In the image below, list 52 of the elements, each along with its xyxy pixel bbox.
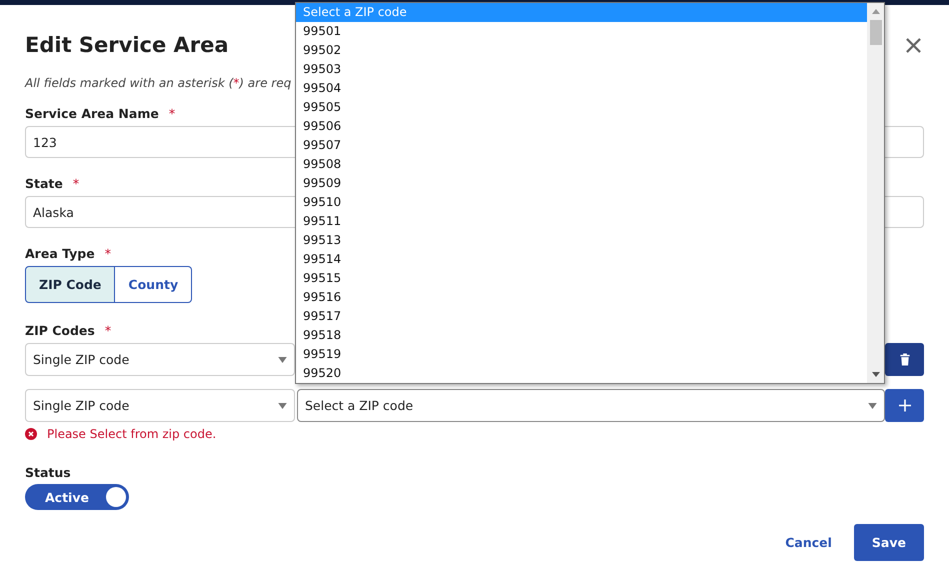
dropdown-option[interactable]: 99517 bbox=[296, 307, 867, 326]
dropdown-option[interactable]: 99511 bbox=[296, 212, 867, 231]
field-label: Service Area Name bbox=[25, 106, 159, 121]
required-fields-note: All fields marked with an asterisk (*) are req bbox=[25, 76, 292, 90]
field-label: State bbox=[25, 176, 63, 191]
dropdown-option[interactable]: 99519 bbox=[296, 345, 867, 364]
dropdown-option[interactable]: 99515 bbox=[296, 269, 867, 288]
dropdown-option[interactable]: 99514 bbox=[296, 250, 867, 269]
segment-button[interactable]: ZIP Code bbox=[25, 266, 116, 303]
dropdown[interactable]: Select a ZIP code bbox=[297, 389, 885, 422]
dropdown-option[interactable]: 99520 bbox=[296, 364, 867, 383]
segment-button[interactable]: County bbox=[115, 266, 192, 303]
dropdown-list[interactable]: Select a ZIP code 99501 99502 99503 99504 99505 99506 99507 99508 99509 99510 99511 99513 99514 99515 99516 99517 99518 99519 99520 bbox=[295, 2, 885, 384]
caret-icon bbox=[278, 356, 287, 362]
dropdown-option[interactable]: 99501 bbox=[296, 22, 867, 41]
field-label: ZIP Codes bbox=[25, 323, 95, 338]
scroll-down-arrow-icon[interactable] bbox=[872, 372, 880, 377]
scrollbar-thumb[interactable] bbox=[870, 20, 882, 45]
dropdown-option[interactable]: 99503 bbox=[296, 60, 867, 79]
dialog-title: Edit Service Area bbox=[25, 33, 229, 57]
plus-icon bbox=[898, 399, 910, 412]
error-icon bbox=[25, 428, 37, 440]
cancel-button[interactable]: Cancel bbox=[783, 524, 834, 561]
dropdown-option[interactable]: 99504 bbox=[296, 79, 867, 98]
caret-icon bbox=[278, 402, 287, 408]
save-button[interactable]: Save bbox=[854, 524, 924, 561]
scrollbar[interactable] bbox=[867, 3, 884, 383]
dropdown-option[interactable]: 99505 bbox=[296, 98, 867, 117]
required-mark: * bbox=[104, 323, 112, 338]
close-icon[interactable] bbox=[906, 38, 921, 52]
delete-button[interactable] bbox=[885, 343, 924, 376]
field-label: Area Type bbox=[25, 246, 95, 261]
trash-icon bbox=[898, 353, 910, 366]
dropdown[interactable]: Single ZIP code bbox=[25, 343, 295, 376]
required-mark: * bbox=[168, 106, 176, 121]
dropdown-option[interactable]: 99518 bbox=[296, 326, 867, 345]
add-button[interactable] bbox=[885, 389, 924, 422]
dropdown-option[interactable]: 99510 bbox=[296, 193, 867, 212]
required-mark: * bbox=[104, 246, 111, 261]
error-message: Please Select from zip code. bbox=[47, 427, 216, 441]
dropdown[interactable]: Single ZIP code bbox=[25, 389, 295, 422]
status-toggle[interactable]: Active bbox=[25, 484, 129, 510]
dropdown-option[interactable]: 99506 bbox=[296, 117, 867, 136]
dropdown-option[interactable]: 99516 bbox=[296, 288, 867, 307]
dropdown-option[interactable]: 99513 bbox=[296, 231, 867, 250]
dropdown-option[interactable]: 99509 bbox=[296, 174, 867, 193]
required-mark: * bbox=[72, 176, 80, 191]
field-label: Status bbox=[25, 465, 71, 480]
dropdown-option[interactable]: 99508 bbox=[296, 155, 867, 174]
dropdown-option[interactable]: 99502 bbox=[296, 41, 867, 60]
caret-icon bbox=[868, 402, 877, 408]
dropdown-option[interactable]: 99507 bbox=[296, 136, 867, 155]
